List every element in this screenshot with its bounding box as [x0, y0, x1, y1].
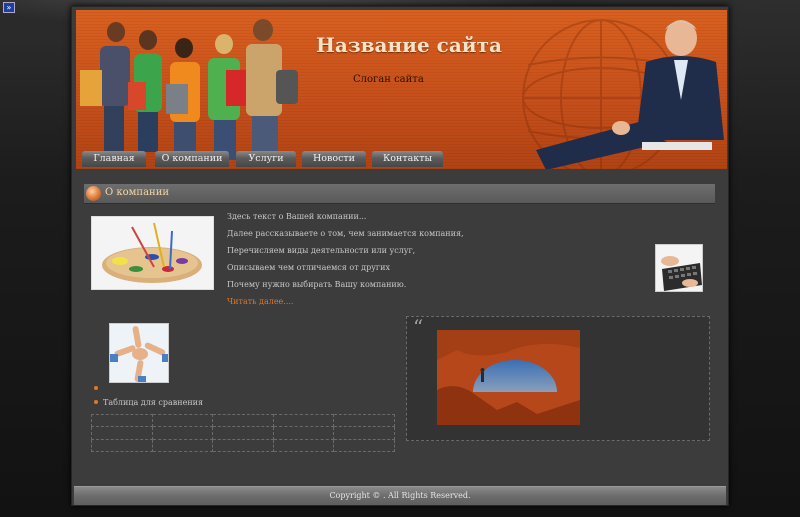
bullet-icon [94, 386, 98, 390]
table-cell [151, 426, 214, 440]
about-line: Почему нужно выбирать Вашу компанию. [227, 280, 407, 289]
table-cell [91, 426, 153, 440]
table-cell [272, 438, 335, 453]
nav-item-home[interactable]: Главная [82, 151, 146, 167]
comparison-table [91, 413, 395, 453]
site-slogan: Слоган сайта [353, 74, 424, 85]
table-cell [333, 413, 395, 428]
table-cell [333, 438, 395, 453]
table-cell [272, 426, 335, 440]
bullet-icon [94, 400, 98, 404]
nav-item-services[interactable]: Услуги [236, 151, 296, 167]
quote-icon: “ [413, 315, 424, 339]
section-title: О компании [105, 187, 170, 198]
nav-item-contacts[interactable]: Контакты [372, 151, 443, 167]
nav-item-about[interactable]: О компании [155, 151, 229, 167]
table-cell [333, 426, 395, 440]
about-line: Здесь текст о Вашей компании... [227, 212, 367, 221]
table-cell [151, 438, 214, 453]
nav-item-news[interactable]: Новости [302, 151, 366, 167]
bullet-list: Таблица для сравнения [94, 382, 203, 410]
table-row [91, 438, 395, 453]
table-cell [212, 413, 274, 428]
about-line: Описываем чем отличаемся от других [227, 263, 390, 272]
about-text: Здесь текст о Вашей компании... Далее ра… [227, 208, 507, 310]
table-cell [212, 438, 274, 453]
about-line: Далее рассказываете о том, чем занимаетс… [227, 229, 464, 238]
table-cell [91, 413, 153, 428]
about-line: Перечисляем виды деятельности или услуг, [227, 246, 416, 255]
students-photo [80, 19, 298, 161]
table-row [91, 413, 395, 428]
rock-arch-image [437, 330, 580, 425]
double-chevron-right-icon[interactable]: » [3, 2, 15, 13]
site-title: Название сайта [316, 33, 502, 57]
table-cell [151, 413, 214, 428]
bullet-label: Таблица для сравнения [103, 398, 204, 407]
quote-box: “ [406, 316, 710, 441]
table-cell [91, 438, 153, 453]
teamwork-hands-image [109, 323, 169, 383]
orange-orb-icon [86, 186, 101, 201]
list-item [94, 382, 203, 396]
palette-image [91, 216, 214, 290]
table-row [91, 426, 395, 440]
table-cell [212, 426, 274, 440]
section-header-about: О компании [84, 184, 715, 204]
read-more-link[interactable]: Читать далее.... [227, 293, 507, 310]
list-item: Таблица для сравнения [94, 396, 203, 410]
site-wrapper: Название сайта Слоган сайта Главная О ко… [71, 6, 729, 506]
laptop-keyboard-image [655, 244, 703, 292]
site-footer: Copyright © . All Rights Reserved. [74, 486, 726, 505]
table-cell [272, 413, 335, 428]
copyright-text: Copyright © . All Rights Reserved. [329, 491, 471, 500]
site-header: Название сайта Слоган сайта Главная О ко… [76, 10, 727, 169]
